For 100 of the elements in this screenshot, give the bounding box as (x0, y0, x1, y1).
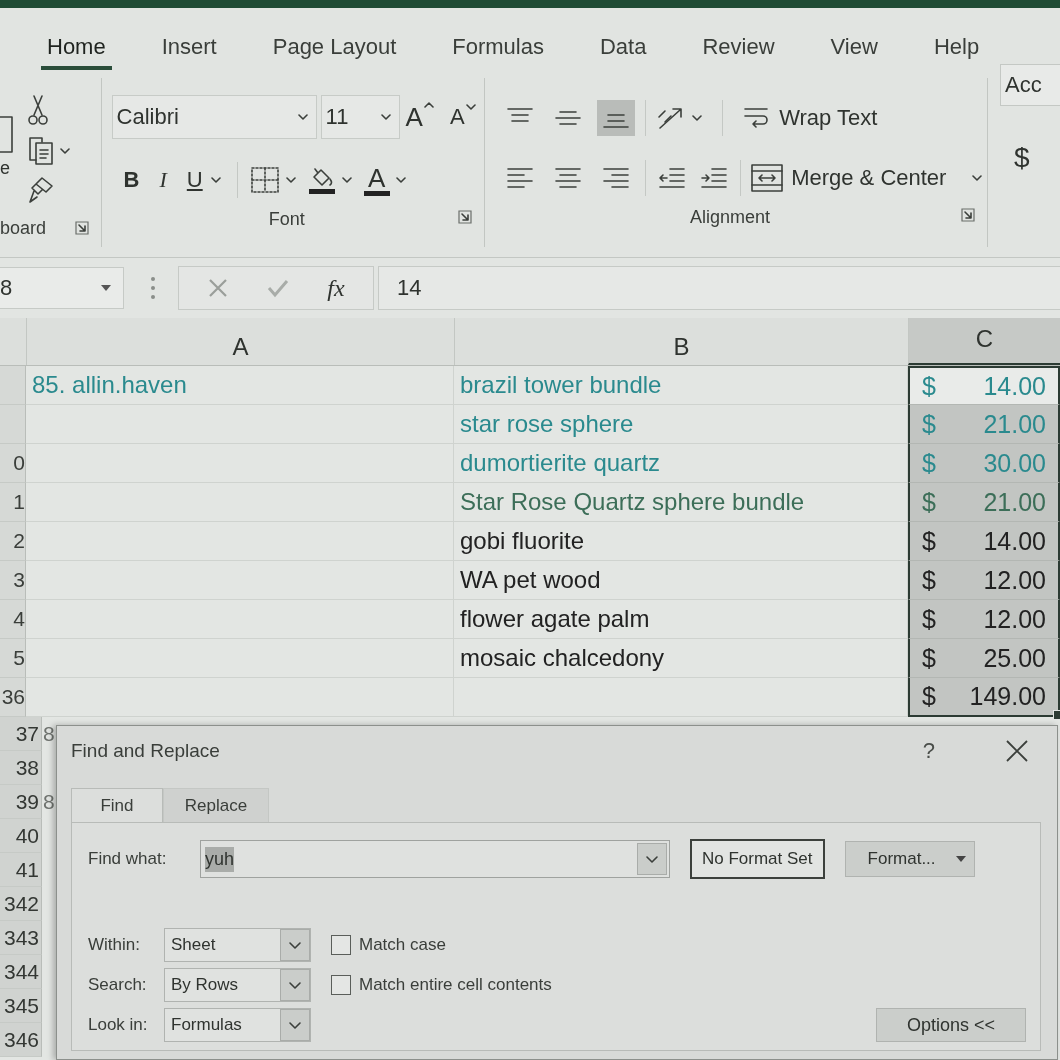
copy-button[interactable] (28, 136, 70, 166)
field-label: Find what: (88, 849, 168, 869)
caret-down-icon (972, 175, 983, 181)
align-bottom-button[interactable] (597, 100, 636, 136)
row-header[interactable]: 4 (0, 600, 26, 639)
formula-field[interactable]: 14 (378, 266, 1060, 310)
row-header[interactable]: 39 (0, 785, 42, 819)
table-cell: 85. allin.haven (26, 366, 454, 405)
wrap-text-button[interactable]: Wrap Text (743, 105, 878, 131)
row-header[interactable]: 0 (0, 444, 26, 483)
dropdown-field[interactable]: Formulas (164, 1008, 311, 1042)
merge-cells-icon (751, 164, 784, 192)
italic-button[interactable]: I (155, 167, 171, 193)
column-header[interactable]: C (908, 318, 1060, 365)
row-header[interactable]: 344 (0, 955, 42, 989)
underline-button[interactable]: U (182, 167, 225, 193)
table-cell: brazil tower bundle (454, 366, 908, 405)
table-cell: dumortierite quartz (454, 444, 908, 483)
help-button[interactable]: ? (918, 738, 939, 764)
font-color-button[interactable]: A (363, 164, 406, 196)
scissors-icon[interactable] (28, 94, 48, 126)
font-name-dropdown[interactable]: Calibri (111, 95, 317, 139)
group-label: Font (268, 208, 305, 230)
caret-down-icon (101, 285, 111, 291)
row-header[interactable]: 40 (0, 819, 42, 853)
ribbon-tab[interactable]: Page Layout (266, 34, 403, 70)
row-header[interactable]: 346 (0, 1023, 42, 1057)
color-bar-icon (363, 190, 390, 196)
row-header[interactable]: 37 (0, 717, 42, 751)
table-cell: mosaic chalcedony (454, 639, 908, 678)
row-header[interactable]: 5 (0, 639, 26, 678)
ribbon-tab[interactable]: Help (927, 34, 986, 70)
currency-symbol: $ (922, 604, 936, 634)
ribbon-tab[interactable]: Review (696, 34, 781, 70)
amount-text: 149.00 (969, 682, 1046, 711)
fill-color-button[interactable] (307, 165, 352, 195)
amount-text: 12.00 (983, 565, 1046, 595)
checkbox[interactable] (331, 975, 351, 995)
column-header[interactable]: A (26, 318, 454, 365)
row-header[interactable]: 41 (0, 853, 42, 887)
paintbrush-icon[interactable] (28, 176, 54, 204)
group-label: board (0, 217, 47, 239)
dropdown-field[interactable]: By Rows (164, 968, 311, 1002)
close-icon[interactable] (1005, 739, 1029, 763)
row-header[interactable]: 3 (0, 561, 26, 600)
corner-arrow-icon[interactable] (74, 221, 89, 235)
dialog-tab[interactable]: Replace (163, 788, 269, 822)
corner-arrow-icon[interactable] (961, 208, 975, 222)
ribbon-tab[interactable]: Insert (155, 34, 223, 70)
dropdown-field[interactable]: Sheet (164, 928, 311, 962)
amount-text: 14.00 (983, 371, 1046, 401)
checkmark-icon[interactable] (266, 278, 291, 298)
table-cell: gobi fluorite (454, 522, 908, 561)
row-header[interactable]: 2 (0, 522, 26, 561)
amount-text: 21.00 (983, 409, 1046, 439)
shrink-font-button[interactable]: A (447, 104, 478, 130)
borders-button[interactable] (249, 166, 296, 194)
indent-decrease-icon[interactable] (658, 166, 687, 190)
amount-text: 21.00 (983, 487, 1046, 517)
currency-symbol: $ (922, 565, 936, 595)
font-size-dropdown[interactable]: 11 (320, 95, 400, 139)
caret-down-icon (955, 856, 966, 862)
format-button[interactable]: Format... (844, 841, 975, 877)
grow-font-button[interactable]: A (403, 101, 436, 133)
bold-button[interactable]: B (119, 167, 144, 193)
paste-button[interactable]: e (0, 114, 14, 190)
row-header[interactable]: 345 (0, 989, 42, 1023)
row-header[interactable]: 343 (0, 921, 42, 955)
indent-increase-icon[interactable] (700, 166, 729, 190)
merge-center-button[interactable]: Merge & Center (751, 164, 983, 192)
amount-text: 12.00 (983, 604, 1046, 634)
row-header[interactable]: 1 (0, 483, 26, 522)
ribbon-tab[interactable]: Data (593, 34, 653, 70)
field-label: Within: (88, 935, 141, 955)
find-what-field[interactable]: yuh (200, 840, 670, 878)
options-button[interactable]: Options << (876, 1008, 1026, 1042)
currency-symbol: $ (922, 526, 936, 556)
dialog-title: Find and Replace (71, 740, 220, 762)
number-format-dropdown[interactable]: Acc (1000, 64, 1060, 106)
ribbon-tab[interactable]: View (824, 34, 884, 70)
copy-icon (28, 136, 54, 166)
align-right-icon (602, 166, 631, 190)
name-box[interactable]: 8 (0, 267, 124, 309)
row-header[interactable]: 38 (0, 751, 42, 785)
amount-text: 25.00 (983, 643, 1046, 673)
row-header[interactable]: 342 (0, 887, 42, 921)
paint-bucket-icon (307, 165, 336, 195)
currency-symbol: $ (922, 682, 936, 711)
amount-text: 14.00 (983, 526, 1046, 556)
insert-function-button[interactable]: fx (327, 274, 345, 302)
row-header[interactable]: 36 (0, 678, 26, 717)
accounting-format-button[interactable]: $ (1014, 142, 1042, 174)
fill-handle[interactable] (1053, 710, 1060, 720)
currency-symbol: $ (922, 487, 936, 517)
borders-icon (249, 166, 280, 194)
checkbox[interactable] (331, 935, 351, 955)
ribbon-tab[interactable]: Formulas (446, 34, 550, 70)
checkbox-label: Match case (359, 935, 446, 955)
table-cell: Star Rose Quartz sphere bundle (454, 483, 908, 522)
dialog-tab[interactable]: Find (71, 788, 163, 822)
